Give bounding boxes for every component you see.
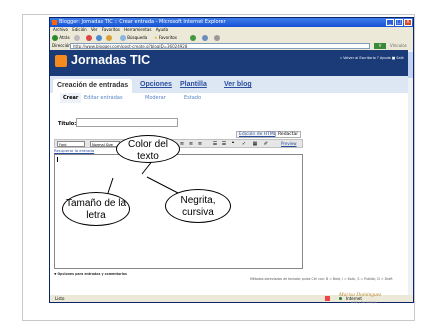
- text-color-callout: Color del texto: [116, 135, 180, 163]
- size-callout-pointer: [107, 177, 114, 194]
- callout-pointers: [107, 159, 179, 194]
- font-size-callout: Tamaño de la letra: [62, 192, 130, 226]
- bold-callout-pointer: [146, 176, 179, 194]
- author-signature: Marisa Dominguez: [339, 292, 382, 298]
- bold-italic-callout: Negrita, cursiva: [165, 189, 231, 223]
- author-subtitle: Arte y Tecnología: [351, 300, 377, 304]
